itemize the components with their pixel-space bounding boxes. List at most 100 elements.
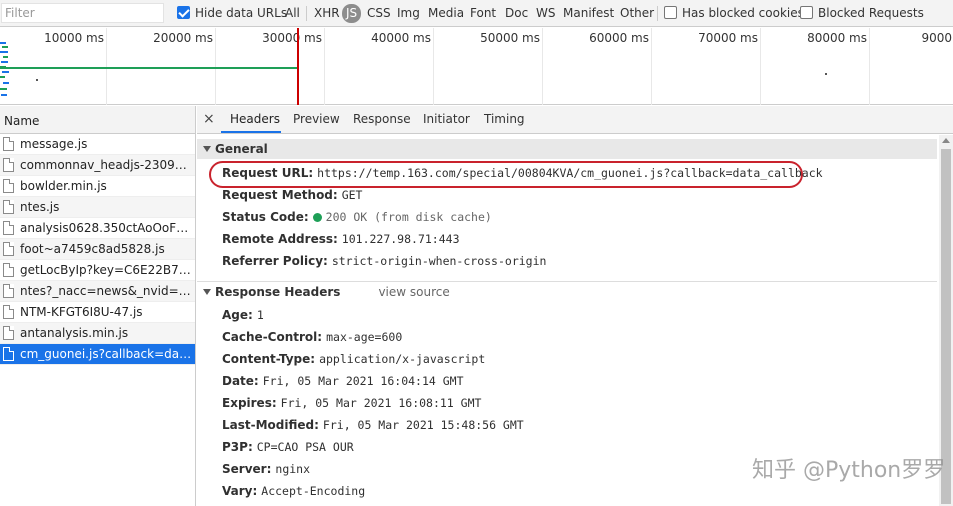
request-name: getLocByIp?key=C6E22B7D48... — [20, 263, 192, 277]
filter-toolbar: Hide data URLs All XHR JS CSS Img Media … — [0, 0, 953, 27]
header-value[interactable]: GET — [342, 188, 363, 202]
timeline-tick-label: 40000 ms — [371, 31, 431, 45]
header-value[interactable]: 200 OK (from disk cache) — [326, 210, 492, 224]
timeline-tick-label: 9000 — [921, 31, 952, 45]
active-tab-indicator — [221, 131, 281, 133]
hide-data-urls-checkbox[interactable] — [177, 6, 190, 19]
filter-type-font[interactable]: Font — [468, 4, 498, 23]
header-value[interactable]: strict-origin-when-cross-origin — [332, 254, 547, 268]
tab-initiator[interactable]: Initiator — [423, 112, 470, 126]
tab-preview[interactable]: Preview — [293, 112, 340, 126]
tab-headers[interactable]: Headers — [230, 112, 280, 126]
filter-type-doc[interactable]: Doc — [503, 4, 530, 23]
response-header-row: P3P: CP=CAO PSA OUR — [222, 440, 354, 454]
list-item[interactable]: foot~a7459c8ad5828.js — [0, 239, 195, 260]
timeline-overview[interactable]: 10000 ms 20000 ms 30000 ms 40000 ms 5000… — [0, 28, 953, 105]
list-item[interactable]: bowlder.min.js — [0, 176, 195, 197]
filter-type-css[interactable]: CSS — [365, 4, 393, 23]
blocked-requests-checkbox[interactable] — [800, 6, 813, 19]
header-key: Age: — [222, 308, 253, 322]
grid-line — [324, 28, 325, 105]
list-item[interactable]: NTM-KFGT6I8U-47.js — [0, 302, 195, 323]
list-item[interactable]: ntes.js — [0, 197, 195, 218]
file-icon — [3, 221, 14, 235]
filter-all[interactable]: All — [285, 6, 300, 20]
tab-response[interactable]: Response — [353, 112, 411, 126]
blocked-cookies-checkbox[interactable] — [664, 6, 677, 19]
vertical-scrollbar[interactable] — [939, 135, 953, 506]
response-header-row: Server: nginx — [222, 462, 310, 476]
filter-type-ws[interactable]: WS — [534, 4, 557, 23]
close-icon[interactable]: × — [203, 111, 215, 127]
filter-input[interactable] — [1, 3, 164, 23]
timeline-tick-label: 70000 ms — [698, 31, 758, 45]
request-waterfall-strip — [0, 42, 9, 96]
triangle-down-icon — [203, 146, 211, 152]
header-value[interactable]: Accept-Encoding — [261, 484, 365, 498]
list-item[interactable]: message.js — [0, 134, 195, 155]
header-value[interactable]: 1 — [257, 308, 264, 322]
header-value[interactable]: CP=CAO PSA OUR — [257, 440, 354, 454]
name-column-header[interactable]: Name — [0, 106, 195, 134]
response-header-row: Age: 1 — [222, 308, 264, 322]
header-value[interactable]: Fri, 05 Mar 2021 16:08:11 GMT — [281, 396, 482, 410]
response-header-row: Last-Modified: Fri, 05 Mar 2021 15:48:56 … — [222, 418, 524, 432]
filter-type-manifest[interactable]: Manifest — [561, 4, 616, 23]
file-icon — [3, 284, 14, 298]
response-header-row: Content-Type: application/x-javascript — [222, 352, 485, 366]
list-item-selected[interactable]: cm_guonei.js?callback=data_c... — [0, 344, 195, 365]
header-value[interactable]: nginx — [275, 462, 310, 476]
filter-type-js[interactable]: JS — [342, 4, 362, 23]
general-section-header[interactable]: General — [197, 139, 937, 159]
list-item[interactable]: getLocByIp?key=C6E22B7D48... — [0, 260, 195, 281]
request-detail-panel: × Headers Preview Response Initiator Tim… — [197, 106, 953, 506]
triangle-down-icon — [203, 289, 211, 295]
header-value[interactable]: https://temp.163.com/special/00804KVA/cm… — [317, 166, 822, 180]
list-item[interactable]: antanalysis.min.js — [0, 323, 195, 344]
header-key: Date: — [222, 374, 259, 388]
filter-type-media[interactable]: Media — [426, 4, 466, 23]
request-list: Name message.js commonnav_headjs-2309179… — [0, 106, 196, 506]
response-headers-section-header[interactable]: Response Headers view source — [197, 281, 937, 301]
filter-type-xhr[interactable]: XHR — [312, 4, 342, 23]
request-name: antanalysis.min.js — [20, 326, 129, 340]
header-value[interactable]: Fri, 05 Mar 2021 15:48:56 GMT — [323, 418, 524, 432]
header-value[interactable]: application/x-javascript — [319, 352, 485, 366]
list-item[interactable]: commonnav_headjs-2309179... — [0, 155, 195, 176]
file-icon — [3, 179, 14, 193]
view-source-link[interactable]: view source — [378, 285, 449, 299]
filter-type-other[interactable]: Other — [618, 4, 656, 23]
timeline-tick-label: 60000 ms — [589, 31, 649, 45]
status-code-row: Status Code: 200 OK (from disk cache) — [222, 210, 492, 224]
blocked-requests-label[interactable]: Blocked Requests — [818, 6, 924, 20]
header-key: Status Code: — [222, 210, 309, 224]
tab-timing[interactable]: Timing — [484, 112, 525, 126]
header-value[interactable]: max-age=600 — [326, 330, 402, 344]
file-icon — [3, 347, 14, 361]
scrollbar-thumb[interactable] — [941, 149, 951, 504]
filter-type-img[interactable]: Img — [395, 4, 422, 23]
response-header-row: Cache-Control: max-age=600 — [222, 330, 402, 344]
request-name: NTM-KFGT6I8U-47.js — [20, 305, 143, 319]
timeline-tick-label: 30000 ms — [262, 31, 322, 45]
list-item[interactable]: analysis0628.350ctAoOoFtN.1.js — [0, 218, 195, 239]
blocked-cookies-label[interactable]: Has blocked cookies — [682, 6, 804, 20]
header-key: Vary: — [222, 484, 258, 498]
response-header-row: Vary: Accept-Encoding — [222, 484, 365, 498]
request-name: foot~a7459c8ad5828.js — [20, 242, 165, 256]
load-event-marker — [297, 28, 299, 105]
response-header-row: Date: Fri, 05 Mar 2021 16:04:14 GMT — [222, 374, 464, 388]
list-item[interactable]: ntes?_nacc=news&_nvid=4b3... — [0, 281, 195, 302]
header-value[interactable]: 101.227.98.71:443 — [342, 232, 460, 246]
header-key: Cache-Control: — [222, 330, 323, 344]
request-dot — [825, 73, 827, 75]
request-name: bowlder.min.js — [20, 179, 107, 193]
request-name: message.js — [20, 137, 88, 151]
general-title: General — [215, 142, 268, 156]
request-name: analysis0628.350ctAoOoFtN.1.js — [20, 221, 192, 235]
remote-address-row: Remote Address: 101.227.98.71:443 — [222, 232, 460, 246]
hide-data-urls-label[interactable]: Hide data URLs — [195, 6, 287, 20]
request-url-row: Request URL: https://temp.163.com/special… — [222, 166, 823, 180]
scroll-up-arrow-icon[interactable] — [942, 138, 950, 143]
header-value[interactable]: Fri, 05 Mar 2021 16:04:14 GMT — [263, 374, 464, 388]
